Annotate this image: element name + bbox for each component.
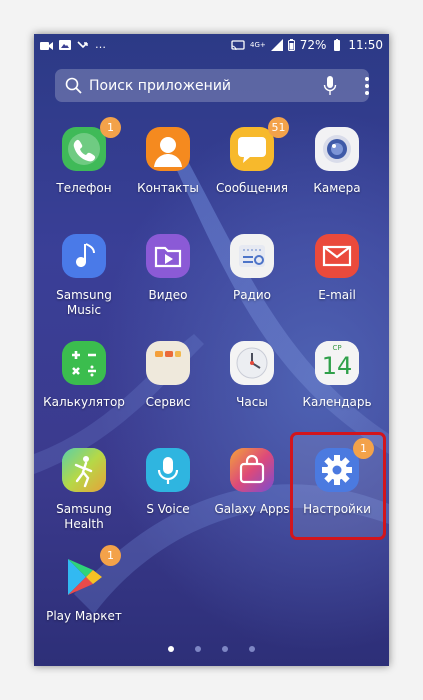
email-icon [315, 234, 359, 278]
app-label: Настройки [303, 502, 371, 516]
calendar-icon: СР 14 [315, 341, 359, 385]
app-label: Часы [236, 395, 268, 409]
app-radio[interactable]: Радио [210, 234, 294, 334]
radio-icon [230, 234, 274, 278]
app-label: Камера [313, 181, 361, 195]
service-folder-icon [146, 341, 190, 385]
app-contacts[interactable]: Контакты [126, 127, 210, 227]
app-label: Samsung Health [56, 502, 112, 531]
app-label: Календарь [302, 395, 372, 409]
page-dot[interactable] [249, 646, 255, 652]
app-label: Сообщения [215, 181, 288, 195]
video-recorder-icon [40, 41, 53, 50]
app-label: Сервис [145, 395, 191, 409]
app-label: Телефон [56, 181, 112, 195]
gallery-icon [59, 40, 71, 50]
app-phone[interactable]: 1 Телефон [42, 117, 126, 227]
missed-call-icon [77, 41, 88, 49]
battery-level: 72% [299, 38, 327, 52]
notification-badge: 1 [100, 117, 121, 138]
galaxy-apps-icon [230, 448, 274, 492]
app-settings-gear[interactable]: 1 Настройки [295, 438, 379, 548]
battery-icon [287, 39, 295, 51]
health-icon [62, 448, 106, 492]
app-label: E-mail [318, 288, 356, 302]
app-voice[interactable]: S Voice [126, 448, 210, 548]
voice-icon [146, 448, 190, 492]
camera-icon [315, 127, 359, 171]
contacts-icon [146, 127, 190, 171]
app-label: Samsung Music [56, 288, 112, 317]
app-video[interactable]: Видео [126, 234, 210, 334]
app-play-store[interactable]: 1 Play Маркет [42, 545, 126, 655]
music-icon [62, 234, 106, 278]
app-service-folder[interactable]: Сервис [126, 341, 210, 441]
signal-icon [270, 39, 283, 51]
more-options-icon[interactable] [364, 76, 370, 96]
app-label: Контакты [137, 181, 199, 195]
phone-icon [62, 127, 106, 171]
calculator-icon [62, 341, 106, 385]
notification-badge: 1 [100, 545, 121, 566]
home-screen: … 4G+ 72% 11:50 1 Телефон Контакты 51 Сообще… [34, 34, 389, 666]
app-calculator[interactable]: Калькулятор [42, 341, 126, 441]
app-label: Play Маркет [46, 609, 122, 623]
page-dot[interactable] [222, 646, 228, 652]
app-galaxy-apps[interactable]: Galaxy Apps [210, 448, 294, 548]
app-calendar[interactable]: СР 14 Календарь [295, 341, 379, 441]
app-clock[interactable]: Часы [210, 341, 294, 441]
video-icon [146, 234, 190, 278]
search-icon [65, 77, 82, 94]
app-label: Калькулятор [43, 395, 125, 409]
app-music[interactable]: Samsung Music [42, 234, 126, 334]
page-dot[interactable] [195, 646, 201, 652]
app-label: Радио [232, 288, 272, 302]
play-store-icon [62, 555, 106, 599]
microphone-icon[interactable] [323, 76, 337, 96]
cast-icon [231, 39, 245, 50]
page-dot[interactable] [168, 646, 174, 652]
calendar-day: 14 [321, 352, 353, 380]
clock-icon [230, 341, 274, 385]
more-notifications-icon: … [95, 38, 106, 51]
clock-time: 11:50 [348, 38, 383, 52]
notification-badge: 51 [268, 117, 289, 138]
search-input[interactable] [89, 69, 289, 102]
battery-full-icon [334, 39, 341, 51]
status-bar: … 4G+ 72% 11:50 [34, 34, 389, 58]
network-type: 4G+ [249, 41, 266, 49]
app-camera[interactable]: Камера [295, 127, 379, 227]
app-label: Видео [148, 288, 188, 302]
app-email[interactable]: E-mail [295, 234, 379, 334]
page-indicator [34, 646, 389, 656]
app-search-bar[interactable] [55, 69, 369, 102]
app-messages[interactable]: 51 Сообщения [210, 117, 294, 227]
calendar-month: СР [332, 344, 342, 352]
app-label: S Voice [146, 502, 190, 516]
messages-icon [230, 127, 274, 171]
app-health[interactable]: Samsung Health [42, 448, 126, 548]
settings-gear-icon [315, 448, 359, 492]
app-label: Galaxy Apps [214, 502, 290, 516]
notification-badge: 1 [353, 438, 374, 459]
